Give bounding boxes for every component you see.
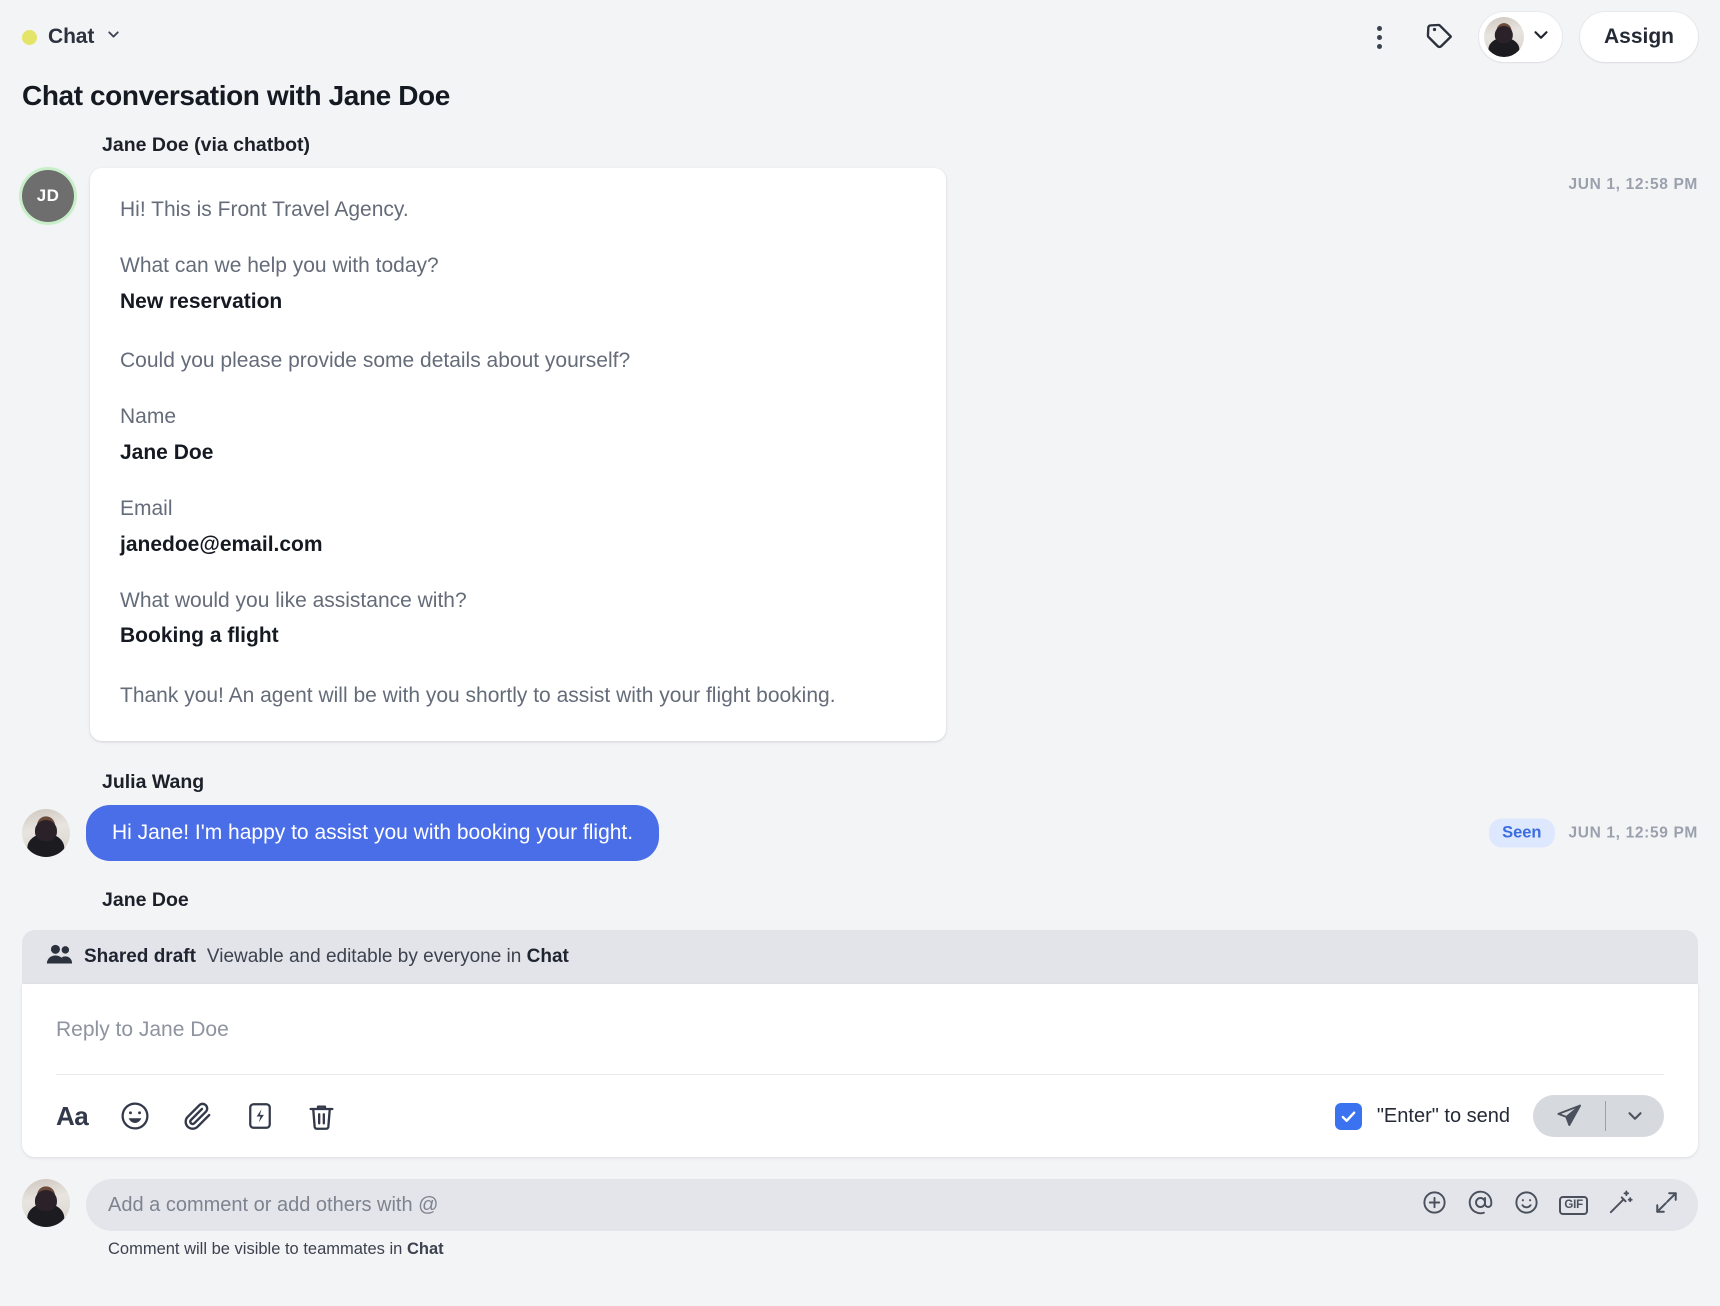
expand-icon[interactable] bbox=[1653, 1189, 1680, 1221]
canned-response-icon[interactable] bbox=[245, 1101, 275, 1131]
bot-line: Could you please provide some details ab… bbox=[120, 346, 916, 376]
page-title: Chat conversation with Jane Doe bbox=[22, 80, 1720, 112]
chatbot-form-card: Hi! This is Front Travel Agency. What ca… bbox=[90, 168, 946, 741]
shared-draft-note: Viewable and editable by everyone in Cha… bbox=[207, 946, 569, 968]
message-agent: Hi Jane! I'm happy to assist you with bo… bbox=[22, 805, 1698, 861]
tag-button[interactable] bbox=[1419, 16, 1461, 58]
more-options-button[interactable] bbox=[1359, 16, 1401, 58]
message-sender-name: Jane Doe (via chatbot) bbox=[102, 134, 1698, 157]
gif-icon[interactable]: GIF bbox=[1559, 1196, 1588, 1215]
bot-line: Hi! This is Front Travel Agency. bbox=[120, 195, 916, 225]
shared-draft-note-target: Chat bbox=[527, 946, 569, 967]
avatar: JD bbox=[22, 170, 74, 222]
comment-icons: GIF bbox=[1421, 1189, 1680, 1221]
tag-icon bbox=[1425, 20, 1455, 55]
message-sender-name: Julia Wang bbox=[102, 771, 1698, 794]
comment-placeholder: Add a comment or add others with @ bbox=[108, 1194, 1409, 1217]
message-meta: Seen JUN 1, 12:59 PM bbox=[1489, 819, 1698, 848]
send-button-group bbox=[1533, 1095, 1664, 1137]
comment-note-target: Chat bbox=[407, 1240, 444, 1258]
chevron-down-icon bbox=[105, 26, 122, 48]
send-options-button[interactable] bbox=[1606, 1095, 1664, 1137]
bot-line: Thank you! An agent will be with you sho… bbox=[120, 681, 860, 711]
composer: Shared draft Viewable and editable by ev… bbox=[0, 930, 1720, 1157]
status-badge: Seen bbox=[1489, 819, 1554, 848]
plus-circle-icon[interactable] bbox=[1421, 1189, 1448, 1221]
bot-answer: Booking a flight bbox=[120, 621, 916, 651]
composer-body: Reply to Jane Doe Aa bbox=[22, 984, 1698, 1157]
message-chatbot: JD Hi! This is Front Travel Agency. What… bbox=[22, 168, 1698, 741]
emoji-icon[interactable] bbox=[1513, 1189, 1540, 1221]
comment-input[interactable]: Add a comment or add others with @ bbox=[86, 1179, 1698, 1231]
avatar bbox=[1484, 17, 1524, 57]
bot-question: Name bbox=[120, 402, 916, 432]
bot-answer: janedoe@email.com bbox=[120, 530, 916, 560]
enter-to-send-checkbox[interactable] bbox=[1335, 1103, 1362, 1130]
text-format-icon[interactable]: Aa bbox=[56, 1101, 88, 1132]
delete-draft-icon[interactable] bbox=[306, 1101, 337, 1132]
people-icon bbox=[46, 943, 73, 971]
assign-button[interactable]: Assign bbox=[1580, 12, 1698, 62]
attachment-icon[interactable] bbox=[182, 1100, 214, 1132]
reply-input[interactable]: Reply to Jane Doe bbox=[56, 984, 1664, 1074]
bot-answer: New reservation bbox=[120, 287, 916, 317]
top-bar: Chat Assign bbox=[0, 0, 1720, 74]
inbox-name: Chat bbox=[48, 25, 94, 49]
comment-column: Add a comment or add others with @ bbox=[86, 1179, 1698, 1259]
mention-icon[interactable] bbox=[1467, 1189, 1494, 1221]
emoji-icon[interactable] bbox=[119, 1100, 151, 1132]
send-button[interactable] bbox=[1533, 1095, 1605, 1137]
more-vertical-icon bbox=[1377, 26, 1382, 49]
bot-question: What would you like assistance with? bbox=[120, 586, 916, 616]
message-thread: Jane Doe (via chatbot) JD Hi! This is Fr… bbox=[0, 112, 1720, 912]
comment-bar: Add a comment or add others with @ bbox=[0, 1179, 1720, 1259]
message-timestamp: JUN 1, 12:59 PM bbox=[1569, 824, 1699, 842]
chevron-down-icon bbox=[1530, 24, 1552, 51]
assignee-selector[interactable] bbox=[1479, 12, 1562, 62]
comment-visibility-note: Comment will be visible to teammates in … bbox=[108, 1240, 1698, 1259]
shared-draft-label: Shared draft bbox=[84, 946, 196, 968]
bot-question: Email bbox=[120, 494, 916, 524]
avatar bbox=[22, 1179, 70, 1227]
bot-question: What can we help you with today? bbox=[120, 251, 916, 281]
enter-to-send-label: "Enter" to send bbox=[1377, 1105, 1510, 1128]
send-options: "Enter" to send bbox=[1335, 1095, 1664, 1137]
message-bubble: Hi Jane! I'm happy to assist you with bo… bbox=[86, 805, 659, 861]
composer-toolbar: Aa bbox=[56, 1075, 1664, 1157]
bot-answer: Jane Doe bbox=[120, 438, 916, 468]
shared-draft-bar: Shared draft Viewable and editable by ev… bbox=[22, 930, 1698, 984]
inbox-selector[interactable]: Chat bbox=[22, 25, 122, 49]
ai-wand-icon[interactable] bbox=[1607, 1189, 1634, 1221]
draft-recipient-name: Jane Doe bbox=[102, 889, 1698, 912]
inbox-status-dot bbox=[22, 30, 37, 45]
top-bar-actions: Assign bbox=[1359, 12, 1698, 62]
avatar bbox=[22, 809, 70, 857]
message-timestamp: JUN 1, 12:58 PM bbox=[1569, 176, 1699, 194]
